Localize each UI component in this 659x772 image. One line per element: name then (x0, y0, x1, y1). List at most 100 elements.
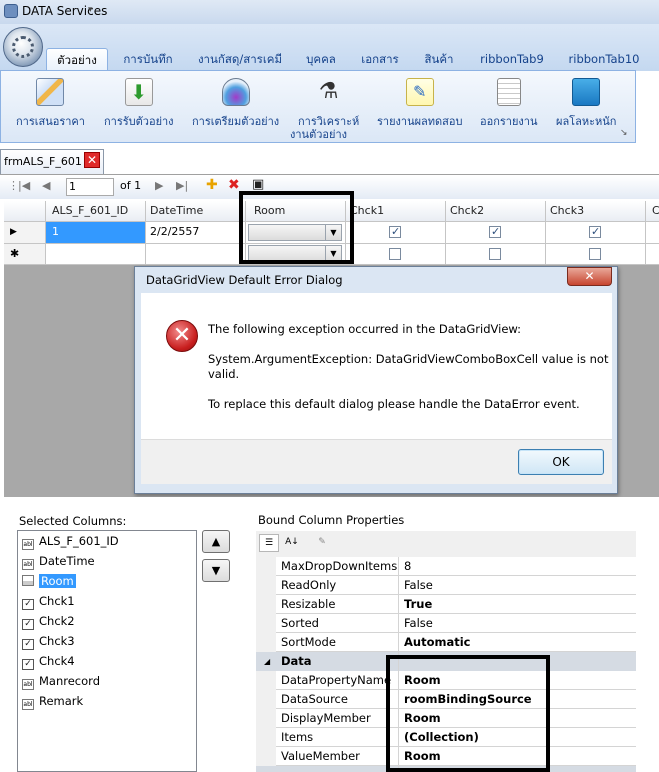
column-header-chck3[interactable]: Chck3 (546, 201, 646, 222)
property-value[interactable]: 8 (404, 557, 411, 575)
textbox-column-icon: abl (22, 699, 34, 710)
row-header-new[interactable]: ✱ (4, 244, 46, 265)
column-header-chck1[interactable]: Chck1 (346, 201, 446, 222)
dialog-launcher-icon[interactable]: ↘ (620, 128, 628, 138)
checkbox-chck3[interactable] (589, 222, 601, 242)
new-cell-chck1[interactable] (346, 244, 446, 265)
cell-id[interactable]: 1 (46, 222, 146, 244)
column-header-chck2[interactable]: Chck2 (446, 201, 546, 222)
tab-ribbontab10[interactable]: ribbonTab10 (562, 48, 646, 70)
property-row[interactable] (276, 614, 636, 633)
gear-icon (12, 36, 34, 58)
analysis-button[interactable]: ⚗ การวิเคราะห์ (298, 78, 359, 130)
ok-button[interactable]: OK (518, 449, 604, 475)
move-next-icon[interactable]: ▶ (155, 179, 163, 192)
tab-samples[interactable]: ตัวอย่าง (46, 48, 108, 70)
alphabetical-icon[interactable]: A↓ (282, 534, 302, 552)
property-name: ValueMember (281, 749, 360, 763)
cell-chck4[interactable] (646, 222, 659, 244)
list-item[interactable]: Chck4 (22, 652, 75, 670)
column-header-id[interactable]: ALS_F_601_ID (46, 201, 146, 222)
property-name: Resizable (281, 597, 336, 611)
quick-access-dropdown-icon[interactable]: ▾ (88, 5, 93, 15)
column-header-chck4[interactable]: C (646, 201, 659, 222)
bound-properties-label: Bound Column Properties (258, 513, 405, 527)
categorized-icon[interactable]: ☰ (259, 534, 279, 552)
cell-chck1[interactable] (346, 222, 446, 244)
cell-chck2[interactable] (446, 222, 546, 244)
microscope-icon: ⚗ (318, 79, 339, 104)
tab-documents[interactable]: เอกสาร (352, 48, 408, 70)
folder-icon (572, 78, 601, 106)
dialog-message-line3: valid. (208, 367, 240, 381)
new-checkbox-chck3[interactable] (589, 248, 601, 260)
issue-report-button[interactable]: ออกรายงาน (480, 78, 537, 130)
test-report-label: รายงานผลทดสอบ (377, 115, 463, 128)
new-cell-id[interactable] (46, 244, 146, 265)
list-item[interactable]: abl ALS_F_601_ID (22, 532, 119, 550)
list-item[interactable]: Chck1 (22, 592, 75, 610)
selected-columns-label: Selected Columns: (19, 514, 127, 528)
new-cell-chck3[interactable] (546, 244, 646, 265)
new-checkbox-chck1[interactable] (389, 248, 401, 260)
checkbox-chck2[interactable] (489, 222, 501, 242)
list-item[interactable]: Chck3 (22, 632, 75, 650)
panel-margin (636, 497, 659, 772)
quotation-button[interactable]: การเสนอราคา (16, 78, 85, 130)
row-header-corner (4, 201, 46, 222)
checkbox-chck1[interactable] (389, 222, 401, 242)
column-header-datetime[interactable]: DateTime (146, 201, 246, 222)
tab-recording[interactable]: การบันทึก (116, 48, 180, 70)
close-icon[interactable]: ✕ (567, 267, 612, 286)
close-tab-icon[interactable]: ✕ (84, 152, 100, 168)
test-report-button[interactable]: ✎ รายงานผลทดสอบ (377, 78, 462, 130)
property-value[interactable]: True (404, 595, 432, 613)
download-icon: ⬇ (124, 78, 153, 106)
tab-people[interactable]: บุคคล (298, 48, 344, 70)
new-cell-chck4[interactable] (646, 244, 659, 265)
cell-datetime[interactable]: 2/2/2557 (146, 222, 246, 244)
property-name: MaxDropDownItems (281, 559, 398, 573)
property-value[interactable]: Automatic (404, 633, 470, 651)
cell-chck3[interactable] (546, 222, 646, 244)
add-new-icon[interactable]: ✚ (206, 177, 218, 193)
checkbox-column-icon (22, 599, 34, 610)
dialog-message-line2: System.ArgumentException: DataGridViewCo… (208, 352, 609, 366)
new-checkbox-chck2[interactable] (489, 248, 501, 260)
new-cell-datetime[interactable] (146, 244, 246, 265)
move-last-icon[interactable]: ▶| (176, 179, 188, 192)
list-item[interactable]: abl DateTime (22, 552, 95, 570)
wrench-icon[interactable]: ✎ (312, 534, 332, 552)
receive-sample-button[interactable]: ⬇ การรับตัวอย่าง (104, 78, 174, 130)
tab-materials[interactable]: งานกัสดุ/สารเคมี (190, 48, 290, 70)
property-value[interactable]: False (404, 576, 433, 594)
property-name: SortMode (281, 635, 336, 649)
new-cell-chck2[interactable] (446, 244, 546, 265)
checkbox-column-icon (22, 619, 34, 630)
highlight-room-column (239, 191, 354, 264)
move-down-button[interactable]: ▼ (202, 559, 230, 582)
list-item-selected[interactable]: Room (22, 572, 76, 590)
property-name: DisplayMember (281, 711, 371, 725)
collapse-icon[interactable]: ◢ (264, 652, 270, 671)
delete-icon[interactable]: ✖ (228, 177, 240, 193)
property-name: DataSource (281, 692, 348, 706)
move-previous-icon[interactable]: ◀ (42, 179, 50, 192)
move-up-button[interactable]: ▲ (202, 530, 230, 553)
count-label: of 1 (120, 179, 142, 192)
flask-icon (221, 78, 250, 106)
row-header-current[interactable]: ▶ (4, 222, 46, 244)
property-value[interactable]: False (404, 614, 433, 632)
tab-products[interactable]: สินค้า (416, 48, 462, 70)
heavy-metal-button[interactable]: ผลโลหะหนัก (556, 78, 616, 130)
prepare-sample-button[interactable]: การเตรียมตัวอย่าง (192, 78, 279, 130)
tab-ribbontab9[interactable]: ribbonTab9 (474, 48, 550, 70)
ribbon-group-label: งานตัวอย่าง (290, 128, 347, 141)
list-item[interactable]: abl Remark (22, 692, 83, 710)
move-first-icon[interactable]: |◀ (18, 179, 30, 192)
list-item[interactable]: abl Manrecord (22, 672, 100, 690)
position-input[interactable]: 1 (66, 178, 114, 196)
save-icon[interactable]: ▣ (252, 177, 264, 192)
list-item[interactable]: Chck2 (22, 612, 75, 630)
dialog-message-line1: The following exception occurred in the … (208, 322, 522, 336)
